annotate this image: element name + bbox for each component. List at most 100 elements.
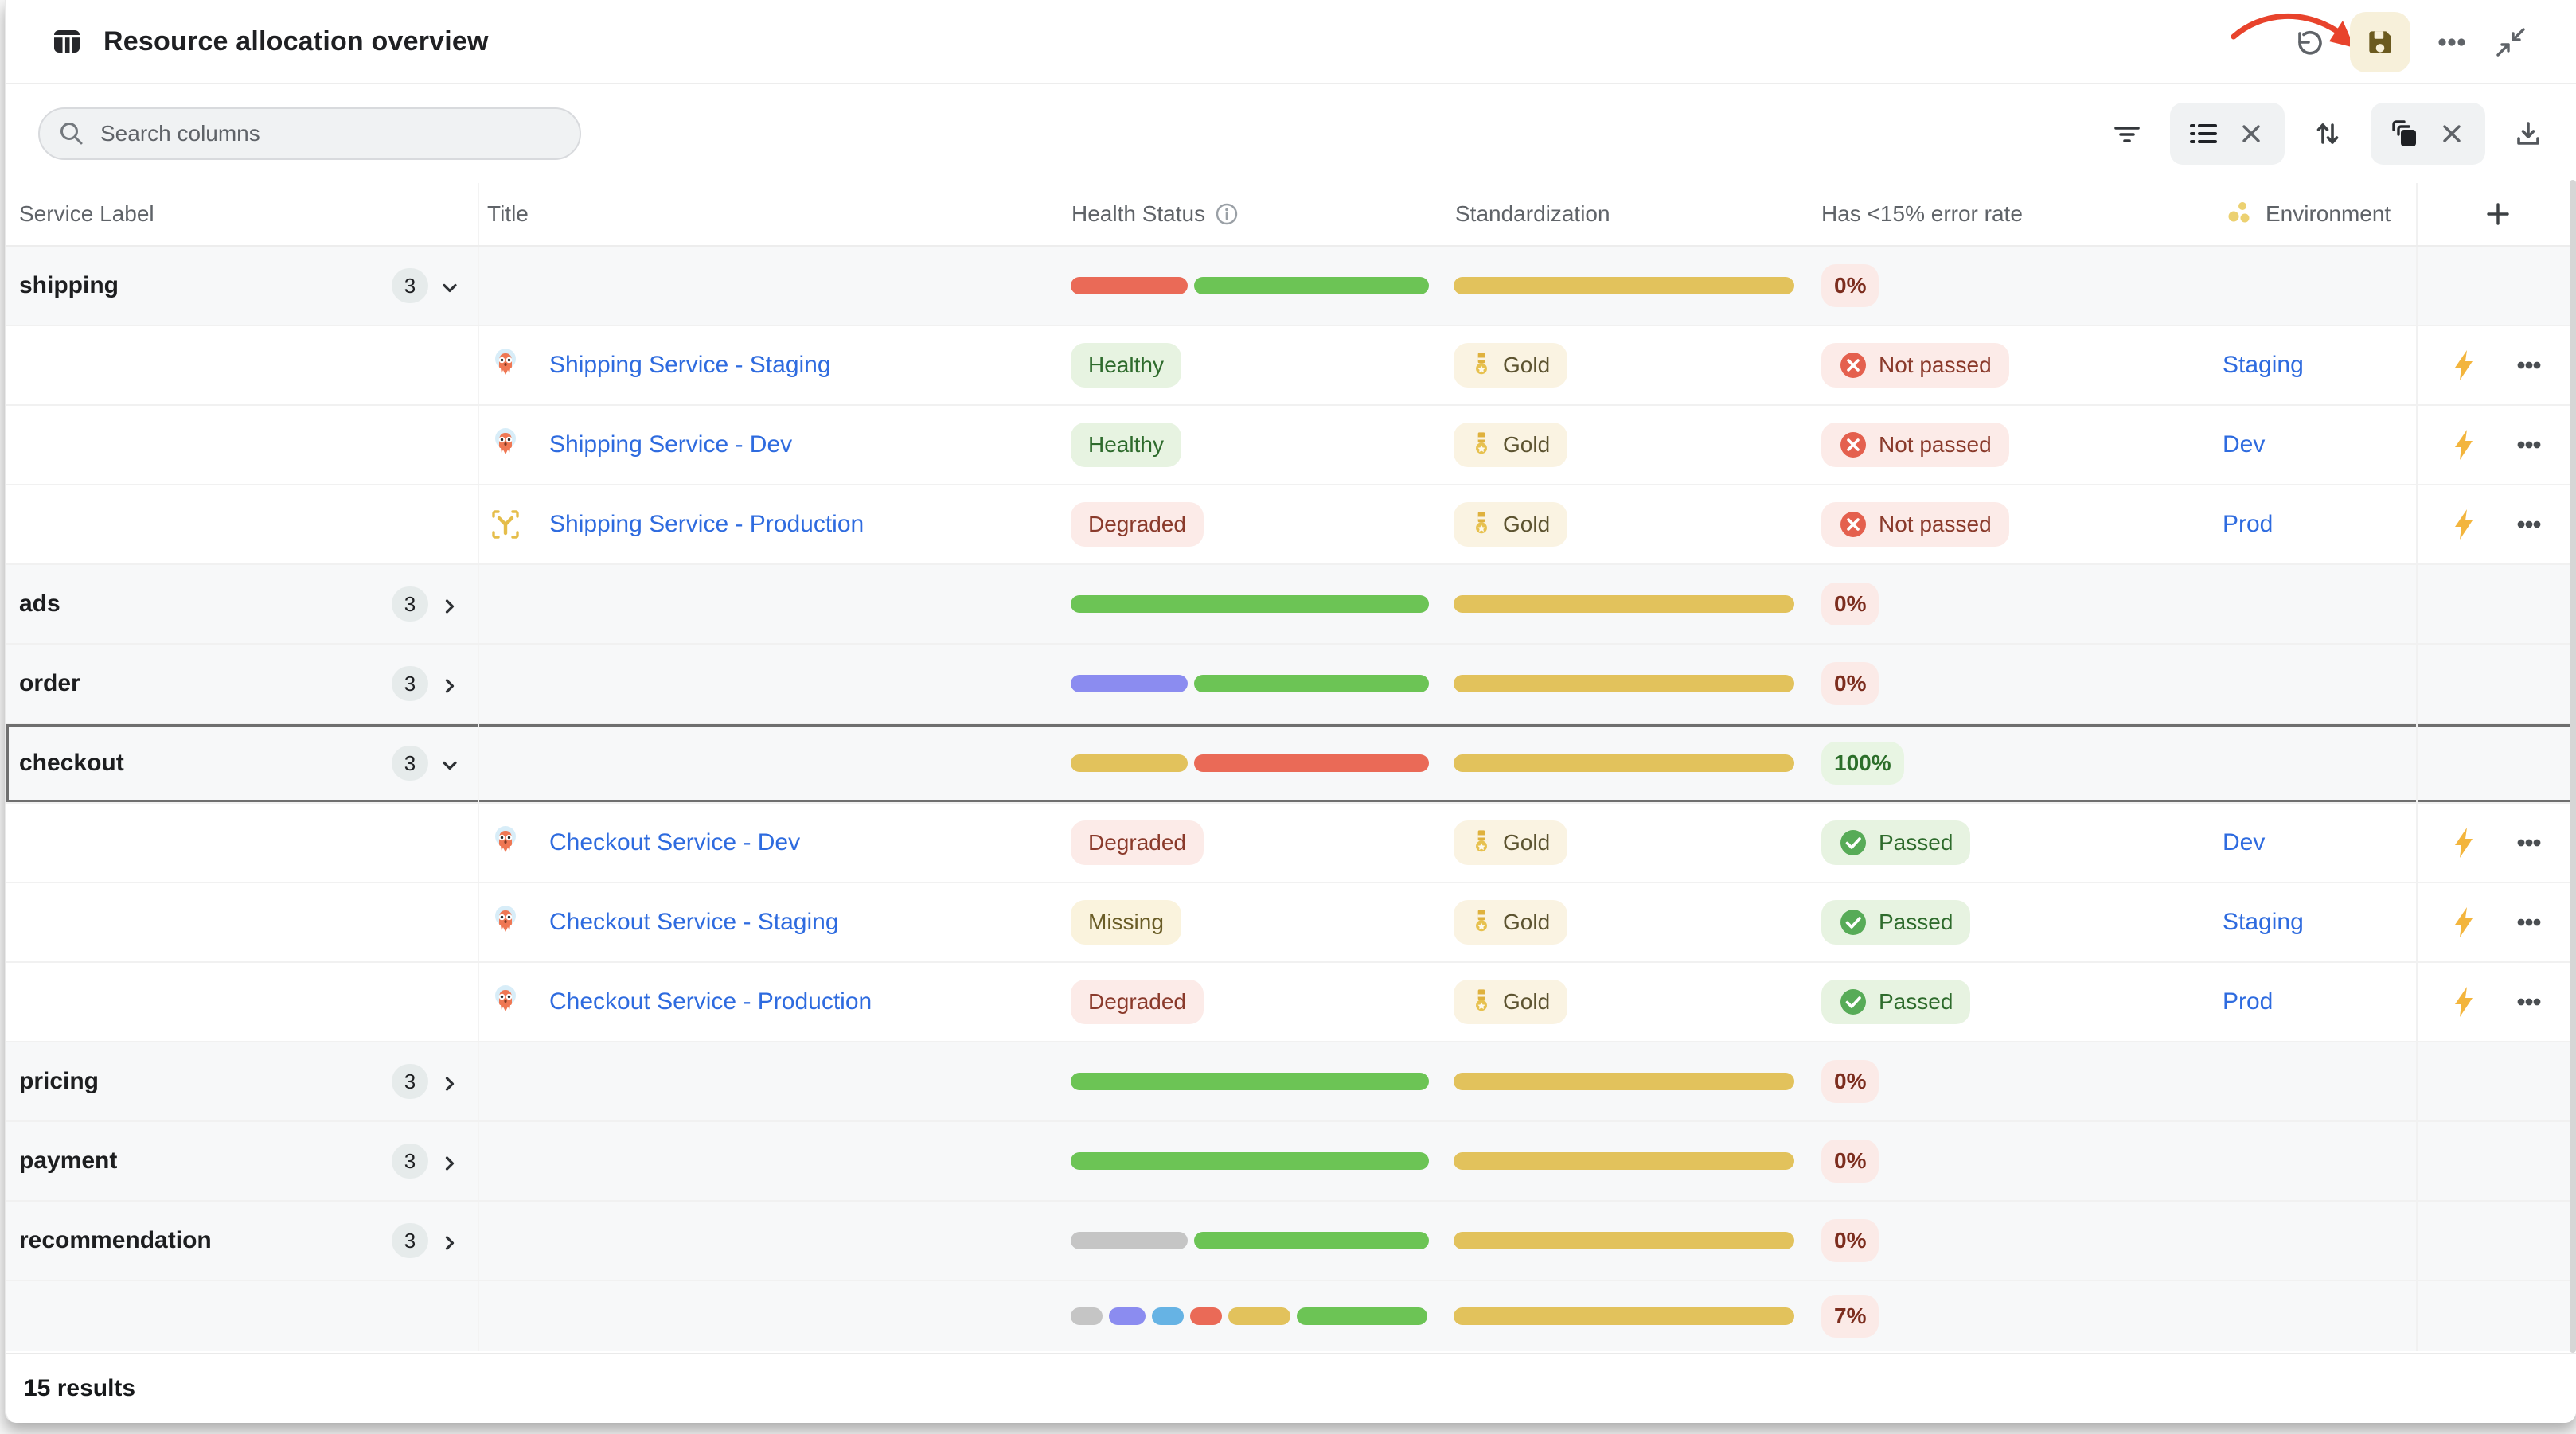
environment-link[interactable]: Prod <box>2223 511 2273 538</box>
health-bar-segment-green <box>1194 277 1429 294</box>
summary-row: 7% <box>6 1281 2576 1351</box>
group-row-recommendation[interactable]: recommendation30% <box>6 1202 2576 1281</box>
service-row[interactable]: Shipping Service - ProductionDegradedGol… <box>6 485 2576 565</box>
group-row-checkout[interactable]: checkout3100% <box>6 724 2576 804</box>
chevron-right-icon[interactable] <box>438 1151 462 1175</box>
lightning-icon[interactable] <box>2449 348 2478 383</box>
group-row-ads[interactable]: ads30% <box>6 565 2576 645</box>
chevron-down-icon[interactable] <box>438 276 462 300</box>
service-row[interactable]: Checkout Service - StagingMissingGoldPas… <box>6 883 2576 963</box>
health-bar-segment-green <box>1297 1307 1427 1325</box>
download-icon[interactable] <box>2511 116 2546 151</box>
group-row-pricing[interactable]: pricing30% <box>6 1042 2576 1122</box>
group-row-shipping[interactable]: shipping30% <box>6 247 2576 326</box>
environment-link[interactable]: Staging <box>2223 909 2304 936</box>
health-bar-segment-green <box>1071 1073 1429 1090</box>
health-bar <box>1071 1307 1429 1325</box>
lightning-icon[interactable] <box>2449 507 2478 542</box>
standardization-badge-label: Gold <box>1503 432 1550 458</box>
sort-icon[interactable] <box>2310 116 2345 151</box>
check-result-label: Passed <box>1879 910 1953 935</box>
collapse-icon[interactable] <box>2493 25 2528 60</box>
filter-icon[interactable] <box>2110 116 2145 151</box>
health-status-cell <box>1068 247 1450 325</box>
error-rate-cell: 0% <box>1817 1042 2215 1120</box>
chevron-right-icon[interactable] <box>438 594 462 618</box>
environment-cell <box>2215 247 2416 325</box>
check-result-badge: Passed <box>1821 980 1970 1024</box>
health-status-cell: Healthy <box>1068 406 1450 484</box>
chevron-down-icon[interactable] <box>438 754 462 777</box>
standardization-badge: Gold <box>1454 502 1567 547</box>
group-label: order <box>19 670 80 697</box>
row-more-options-icon[interactable] <box>2512 905 2547 940</box>
check-circle-icon <box>1839 988 1868 1016</box>
service-label-cell <box>6 1281 479 1351</box>
table-body: shipping30% Shipping Service - Staging Hea… <box>6 247 2576 1353</box>
row-actions-cell <box>2416 1122 2576 1200</box>
search-input[interactable] <box>99 120 562 147</box>
column-header-standardization[interactable]: Standardization <box>1450 183 1817 245</box>
row-more-options-icon[interactable] <box>2512 427 2547 462</box>
row-more-options-icon[interactable] <box>2512 348 2547 383</box>
group-row-order[interactable]: order30% <box>6 645 2576 724</box>
vertical-scrollbar[interactable] <box>2570 180 2576 1353</box>
clear-copies-icon[interactable] <box>2434 116 2469 151</box>
service-title-link[interactable]: Checkout Service - Production <box>549 988 872 1015</box>
standardization-badge-label: Gold <box>1503 989 1550 1015</box>
lightning-icon[interactable] <box>2449 984 2478 1019</box>
error-rate-cell: Not passed <box>1817 485 2215 563</box>
column-header-health-status[interactable]: Health Status <box>1068 183 1450 245</box>
service-label-cell: order3 <box>6 645 479 723</box>
clear-grouping-icon[interactable] <box>2234 116 2269 151</box>
error-rate-cell: 0% <box>1817 1122 2215 1200</box>
save-button[interactable] <box>2350 12 2410 72</box>
service-title-link[interactable]: Checkout Service - Dev <box>549 829 800 856</box>
service-title-link[interactable]: Shipping Service - Production <box>549 511 864 538</box>
chevron-right-icon[interactable] <box>438 1072 462 1096</box>
health-bar-segment-green <box>1071 1152 1429 1170</box>
copies-icon[interactable] <box>2387 116 2422 151</box>
column-header-title[interactable]: Title <box>479 183 1068 245</box>
group-label: payment <box>19 1148 117 1175</box>
squid-icon <box>487 347 524 384</box>
environment-cell <box>2215 1042 2416 1120</box>
chevron-right-icon[interactable] <box>438 674 462 698</box>
row-more-options-icon[interactable] <box>2512 507 2547 542</box>
search-box[interactable] <box>38 107 581 160</box>
health-status-cell: Degraded <box>1068 804 1450 882</box>
column-header-row: Service Label Title Health Status Standa… <box>6 183 2576 247</box>
plus-icon <box>2482 198 2514 230</box>
environment-link[interactable]: Dev <box>2223 829 2265 856</box>
group-list-icon[interactable] <box>2186 116 2221 151</box>
service-row[interactable]: Shipping Service - DevHealthyGoldNot pas… <box>6 406 2576 485</box>
column-header-error-rate[interactable]: Has <15% error rate <box>1817 183 2215 245</box>
row-more-options-icon[interactable] <box>2512 825 2547 860</box>
environment-cell <box>2215 724 2416 802</box>
service-title-link[interactable]: Shipping Service - Staging <box>549 352 831 379</box>
service-title-link[interactable]: Shipping Service - Dev <box>549 431 792 458</box>
environment-link[interactable]: Staging <box>2223 352 2304 379</box>
column-header-service-label[interactable]: Service Label <box>6 183 479 245</box>
environment-link[interactable]: Prod <box>2223 988 2273 1015</box>
lightning-icon[interactable] <box>2449 825 2478 860</box>
group-row-payment[interactable]: payment30% <box>6 1122 2576 1202</box>
service-row[interactable]: Shipping Service - StagingHealthyGoldNot… <box>6 326 2576 406</box>
health-status-badge: Healthy <box>1071 343 1181 388</box>
lightning-icon[interactable] <box>2449 427 2478 462</box>
service-row[interactable]: Checkout Service - ProductionDegradedGol… <box>6 963 2576 1042</box>
health-bar <box>1071 1152 1429 1170</box>
lightning-icon[interactable] <box>2449 905 2478 940</box>
service-row[interactable]: Checkout Service - DevDegradedGoldPassed… <box>6 804 2576 883</box>
check-circle-icon <box>1839 828 1868 857</box>
row-more-options-icon[interactable] <box>2512 984 2547 1019</box>
error-rate-cell: Not passed <box>1817 326 2215 404</box>
service-title-link[interactable]: Checkout Service - Staging <box>549 909 839 936</box>
add-column-button[interactable] <box>2416 183 2576 245</box>
undo-icon[interactable] <box>2291 25 2326 60</box>
column-header-environment[interactable]: Environment <box>2215 183 2416 245</box>
info-icon[interactable] <box>1215 202 1239 226</box>
chevron-right-icon[interactable] <box>438 1231 462 1255</box>
environment-link[interactable]: Dev <box>2223 431 2265 458</box>
more-options-icon[interactable] <box>2434 25 2469 60</box>
